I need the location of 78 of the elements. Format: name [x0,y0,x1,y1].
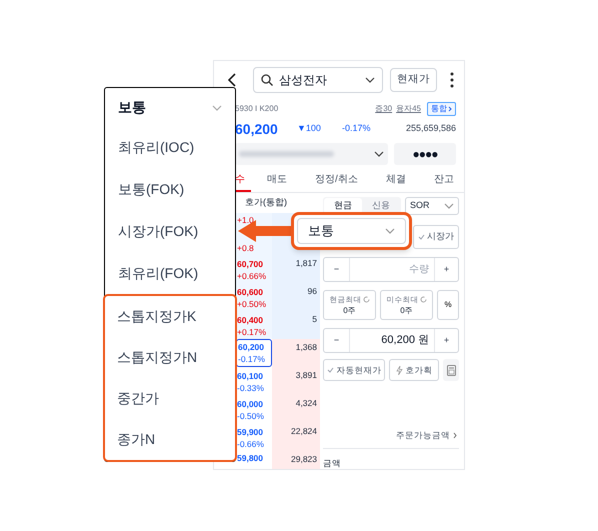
price-type-button[interactable]: 현재가 [390,68,437,92]
quantity-cell: 96 [272,283,320,311]
change-rate: -0.17% [342,122,371,136]
price-cell[interactable]: 60,700 +0.66% [236,255,272,283]
tick-button[interactable]: 호가획 [389,359,439,381]
quantity-cell: 1,817 [272,255,320,283]
quantity-cell: 1,368 [272,339,320,367]
search-icon [261,74,273,86]
order-type-dropdown[interactable]: 보통 [297,218,406,244]
info-link[interactable]: 증30 [375,103,392,115]
chevron-down-icon [365,77,375,83]
price-cell[interactable]: 60,200 -0.17% [236,339,272,367]
quote-rate: -0.17% [238,353,266,365]
quantity-field[interactable]: − 수량 + [323,257,459,282]
lightning-icon [396,366,402,374]
quote-rate: -0.66% [237,438,265,450]
order-type-option[interactable]: 시장가(FOK) [105,210,235,252]
quote-price[interactable]: 60,200 [238,341,271,353]
search-field[interactable]: 삼성전자 [253,67,383,93]
quote-price[interactable]: 60,400 [237,314,272,326]
trade-volume: 255,659,586 [406,122,456,136]
current-price: 60,200 [235,120,279,138]
chevron-down-icon [385,228,395,234]
account-type-tab[interactable]: 신용 [362,198,400,214]
selected-order-type: 보통 [118,98,146,117]
more-icon [450,72,454,88]
order-type-option[interactable]: 종가N [105,419,235,460]
quote-price[interactable]: 60,000 [237,398,272,410]
tab[interactable]: 잔고 [428,168,460,192]
quote-rate: +0.8 [237,242,255,254]
calculator-button[interactable] [443,359,459,381]
quantity-cell: 5 [272,311,320,339]
order-type-option[interactable]: 스톱지정가N [105,337,235,378]
market-price-checkbox[interactable]: 시장가 [413,225,459,249]
order-type-option[interactable]: 스톱지정가K [105,296,235,337]
price-cell[interactable]: 60,400 +0.17% [236,311,272,339]
quote-price[interactable]: 60,600 [237,286,272,298]
check-icon [326,367,334,373]
quantity-cell: 22,824 [272,423,320,451]
quantity-cell: 4,324 [272,395,320,423]
quote-price[interactable]: 60,700 [237,258,272,270]
auto-price-checkbox[interactable]: 자동현재가 [323,359,385,381]
refresh-icon [420,296,426,303]
price-field[interactable]: − 60,200 원 + [323,328,459,353]
chevron-down-icon [374,151,384,157]
quantity-cell: 29,823 [272,451,320,469]
price-change: ▼100 [297,122,322,136]
info-link[interactable]: 융자45 [396,103,421,115]
quantity-cell: 3,891 [272,367,320,395]
chevron-right-icon [448,106,452,112]
price-cell[interactable]: 60,600 +0.50% [236,283,272,311]
amount-label: 금액 [323,458,341,468]
quote-price[interactable]: 59,900 [237,426,272,438]
refresh-icon [362,296,370,303]
password-field[interactable]: ●●●● [394,143,456,165]
calculator-icon [446,364,456,376]
chevron-right-icon [453,432,457,439]
quote-rate: +0.50% [237,298,268,310]
tab[interactable]: 매도 [261,168,293,192]
quote-rate: +0.17% [237,326,268,338]
check-icon [418,234,425,240]
order-type-option[interactable]: 최유리(IOC) [105,126,235,168]
chevron-down-icon [212,104,222,110]
integrated-badge[interactable]: 통합 [427,102,456,116]
quote-rate: +0.66% [237,270,268,282]
available-amount-link[interactable]: 주문가능금액 [396,429,457,442]
quote-price[interactable]: 59,800 [237,452,272,464]
chevron-down-icon [444,203,454,209]
quote-price[interactable]: 60,100 [237,370,272,382]
order-type-option[interactable]: 최유리(FOK) [105,252,235,294]
tab[interactable]: 정정/취소 [309,168,364,192]
percent-button[interactable]: % [437,290,459,320]
order-type-option[interactable]: 중간가 [105,378,235,419]
quote-rate: -0.50% [237,410,265,422]
quote-rate: -0.33% [237,382,265,394]
tab[interactable]: 체결 [380,168,412,192]
price-cell[interactable]: +1.0 [236,213,272,227]
back-icon [228,73,236,87]
